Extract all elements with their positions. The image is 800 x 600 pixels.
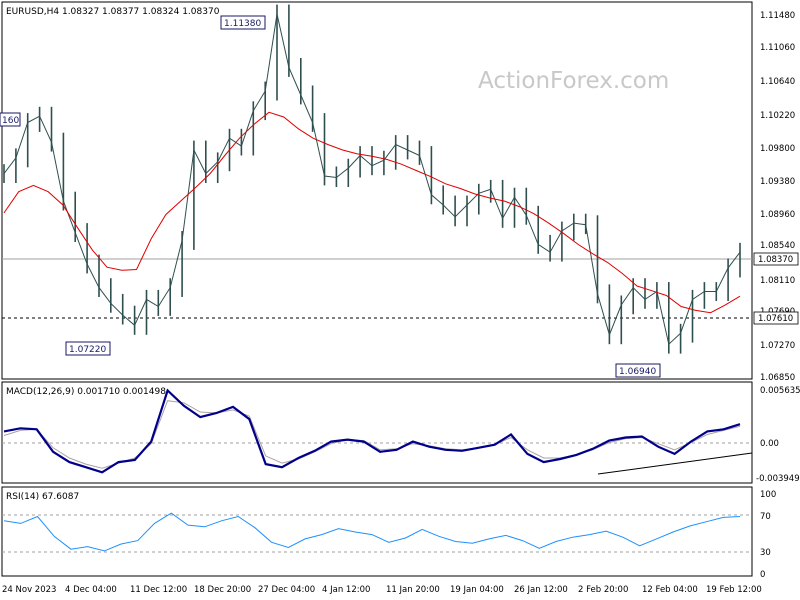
price-header: EURUSD,H4 1.08327 1.08377 1.08324 1.0837…	[6, 7, 220, 17]
price-tick: 1.10220	[760, 111, 795, 121]
macd-tick: -0.003949	[756, 474, 800, 484]
rsi-tick: 70	[760, 512, 771, 522]
price-tick: 1.06850	[760, 373, 795, 383]
macd-tick: 0.005635	[760, 386, 800, 396]
date-tick: 18 Dec 20:00	[194, 585, 251, 595]
level-tag: 1.07610	[753, 311, 799, 325]
date-tick: 19 Jan 04:00	[450, 585, 504, 595]
chart-root: ActionForex.com EURUSD,H4 1.08327 1.0837…	[0, 0, 800, 600]
callout-low-dec-label: 1.07220	[69, 345, 106, 355]
callout-high-label: 1.11380	[224, 19, 261, 29]
macd-header: MACD(12,26,9) 0.001710 0.001498	[6, 387, 166, 397]
date-tick: 11 Dec 12:00	[130, 585, 187, 595]
price-tick: 1.11060	[760, 43, 795, 53]
price-tick: 1.09380	[760, 177, 795, 187]
macd-tick: 0.00	[760, 439, 779, 449]
callout-left-label: 160	[2, 116, 19, 126]
rsi-tick: 0	[760, 570, 765, 580]
callout-high: 1.11380	[220, 15, 266, 30]
date-tick: 11 Jan 20:00	[386, 585, 440, 595]
price-tick: 1.11480	[760, 11, 795, 21]
date-tick: 2 Feb 20:00	[578, 585, 628, 595]
level-tag-label: 1.07610	[758, 314, 793, 324]
callout-low-feb-label: 1.06940	[619, 367, 656, 377]
date-tick: 24 Nov 2023	[2, 585, 56, 595]
callout-left: 160	[0, 112, 21, 127]
date-tick: 26 Jan 12:00	[514, 585, 568, 595]
current-price-tag-label: 1.08370	[758, 255, 793, 265]
chart-background	[0, 0, 800, 600]
rsi-tick: 100	[760, 490, 776, 500]
price-tick: 1.08540	[760, 241, 795, 251]
date-tick: 4 Jan 12:00	[322, 585, 370, 595]
callout-low-feb: 1.06940	[615, 363, 661, 378]
price-tick: 1.10640	[760, 77, 795, 87]
rsi-tick: 30	[760, 548, 771, 558]
date-tick: 19 Feb 12:00	[706, 585, 762, 595]
price-tick: 1.09800	[760, 144, 795, 154]
date-tick: 27 Dec 04:00	[258, 585, 315, 595]
rsi-header: RSI(14) 67.6087	[6, 492, 79, 502]
price-tick: 1.08110	[760, 276, 795, 286]
current-price-tag: 1.08370	[753, 252, 799, 266]
date-tick: 4 Dec 04:00	[65, 585, 117, 595]
callout-low-dec: 1.07220	[65, 341, 111, 356]
date-tick: 12 Feb 04:00	[642, 585, 698, 595]
price-tick: 1.07270	[760, 341, 795, 351]
price-tick: 1.08960	[760, 210, 795, 220]
watermark: ActionForex.com	[478, 68, 669, 94]
